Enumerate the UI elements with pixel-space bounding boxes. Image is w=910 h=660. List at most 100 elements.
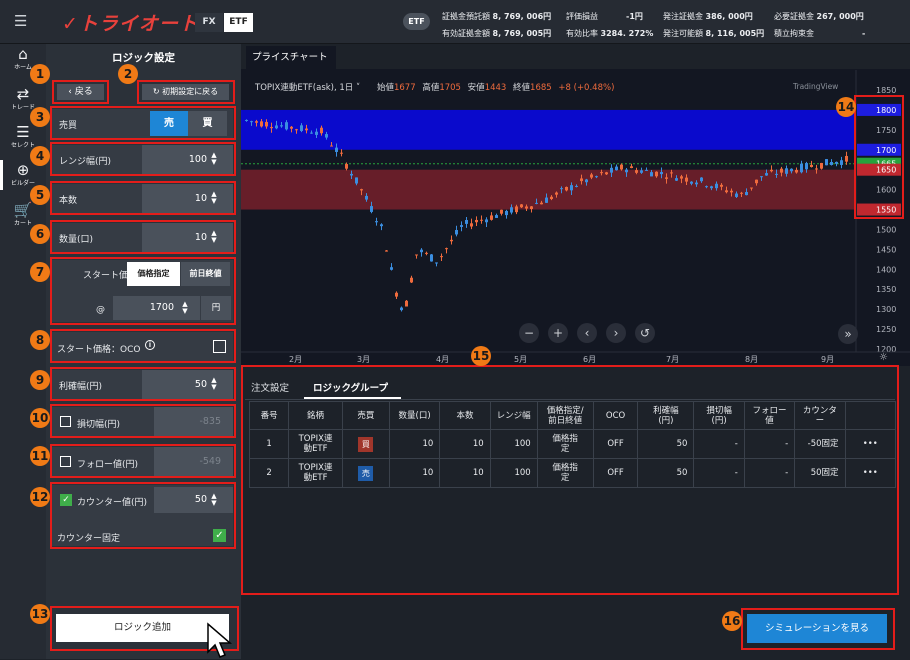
candle-body [535, 202, 538, 204]
counter-stepper[interactable]: ▲ ▼ [209, 493, 219, 507]
candle-body [630, 166, 633, 169]
candle-body [790, 168, 793, 172]
qty-input[interactable]: 10 [142, 223, 233, 252]
count-input[interactable]: 10 [142, 184, 233, 213]
etf-toggle[interactable]: ETF [224, 13, 253, 32]
candle-body [565, 186, 568, 191]
menu-icon[interactable]: ☰ [14, 12, 32, 30]
time-tick-label: 7月 [666, 355, 679, 364]
cell-more[interactable]: ••• [844, 458, 897, 488]
scroll-right-button[interactable]: › [606, 323, 626, 343]
counter-fixed-label: カウンター固定 [57, 534, 121, 544]
zoom-out-button[interactable]: − [519, 323, 539, 343]
price-tick-label: 1850 [876, 86, 896, 95]
counter-label: カウンター値(円) [77, 498, 148, 508]
candle-body [740, 192, 743, 194]
stop-label: 損切幅(円) [77, 420, 121, 430]
candle-body [315, 131, 318, 135]
add-logic-button[interactable]: ロジック追加 [56, 614, 229, 642]
tradingview-watermark: TradingView [793, 82, 839, 91]
tab-order-settings[interactable]: 注文設定 [251, 380, 289, 394]
start-prev-close[interactable]: 前日終値 [181, 262, 230, 286]
badge-2: 2 [118, 64, 138, 84]
candle-body [680, 176, 683, 179]
tab-divider [245, 399, 895, 400]
candle-body [270, 127, 273, 129]
counter-fixed-checkbox[interactable]: ✓ [213, 529, 226, 542]
start-price-stepper[interactable]: ▲ ▼ [180, 301, 190, 315]
candle-body [605, 172, 608, 175]
cell-counter: 50固定 [794, 458, 846, 488]
candle-body [795, 169, 798, 173]
scroll-latest-button[interactable]: » [838, 324, 858, 344]
oco-label: スタート価格：OCO [57, 345, 141, 355]
scroll-left-button[interactable]: ‹ [577, 323, 597, 343]
chart-settings-icon[interactable]: ☼ [879, 352, 888, 363]
chart-legend: TOPIX連動ETF(ask), 1日 ˅ 始値1677 高値1705 安値14… [255, 83, 615, 93]
candle-body [370, 206, 373, 212]
follow-checkbox[interactable] [60, 456, 71, 467]
candle-body [345, 164, 348, 169]
chart-symbol[interactable]: TOPIX連動ETF(ask), 1日 [255, 83, 353, 93]
oco-checkbox[interactable] [213, 340, 226, 353]
tab-price-chart[interactable]: プライスチャート [246, 46, 336, 69]
reset-button[interactable]: ↻ 初期設定に戻る [142, 84, 229, 100]
cell-name: TOPIX連 動ETF [288, 429, 343, 459]
count-stepper[interactable]: ▲ ▼ [209, 191, 219, 205]
mouse-cursor-icon [207, 622, 233, 658]
candle-body [560, 188, 563, 190]
badge-3: 3 [30, 107, 50, 127]
column-header: 数量(口) [388, 401, 441, 430]
info-icon[interactable]: i [145, 340, 155, 350]
range-input[interactable]: 100 [142, 145, 233, 174]
zoom-in-button[interactable]: + [548, 323, 568, 343]
tab-logic-group[interactable]: ロジックグループ [313, 380, 388, 394]
stat-order-margin: 発注証拠金 386, 000円 [663, 12, 753, 21]
fx-toggle[interactable]: FX [195, 13, 223, 32]
candle-body [750, 187, 753, 189]
cell-stop: - [693, 429, 745, 459]
simulate-button[interactable]: シミュレーションを見る [747, 614, 887, 643]
buy-option[interactable]: 買 [188, 111, 227, 136]
table-row[interactable]: 1 TOPIX連 動ETF 買 10 10 100 価格指定 OFF 50- - -50固定 ••• [248, 429, 897, 459]
side-label: 売買 [59, 121, 78, 131]
cell-more[interactable]: ••• [844, 429, 897, 459]
column-header: 銘柄 [288, 401, 343, 430]
price-chart[interactable]: 1850180017501700165016001550150014501400… [241, 70, 910, 366]
stop-input[interactable]: -835 [154, 407, 233, 436]
start-price-specified[interactable]: 価格指定 [127, 262, 180, 286]
counter-checkbox[interactable]: ✓ [60, 494, 72, 506]
candle-body [785, 168, 788, 174]
cell-count: 10 [439, 429, 491, 459]
column-header: レンジ幅 [489, 401, 538, 430]
profit-input[interactable]: 50 [142, 370, 233, 399]
candle-body [810, 164, 813, 168]
column-header: 売買 [341, 401, 390, 430]
range-stepper[interactable]: ▲ ▼ [209, 152, 219, 166]
back-button[interactable]: ‹ 戻る [57, 84, 104, 100]
time-tick-label: 5月 [514, 355, 527, 364]
qty-stepper[interactable]: ▲ ▼ [209, 230, 219, 244]
cell-counter: -50固定 [794, 429, 846, 459]
follow-input[interactable]: -549 [154, 447, 233, 476]
column-header [844, 401, 897, 430]
candle-body [295, 129, 298, 131]
candle-body [555, 192, 558, 195]
reset-chart-button[interactable]: ↺ [635, 323, 655, 343]
stop-checkbox[interactable] [60, 416, 71, 427]
cell-price: 価格指定 [536, 458, 594, 488]
market-pill: ETF [403, 13, 430, 30]
candle-body [325, 134, 328, 138]
table-row[interactable]: 2 TOPIX連 動ETF 売 10 10 100 価格指定 OFF 50- -50固定 ••• [248, 458, 897, 488]
candle-body [720, 184, 723, 187]
cell-profit: 50 [637, 458, 695, 488]
profit-stepper[interactable]: ▲ ▼ [209, 377, 219, 391]
counter-input[interactable]: 50 [154, 487, 233, 513]
candle-body [450, 239, 453, 242]
sell-option[interactable]: 売 [150, 111, 188, 136]
candle-body [830, 161, 833, 165]
candle-body [735, 193, 738, 197]
column-header: 利確幅 (円) [637, 401, 695, 430]
candle-body [700, 177, 703, 182]
candle-body [260, 121, 263, 127]
